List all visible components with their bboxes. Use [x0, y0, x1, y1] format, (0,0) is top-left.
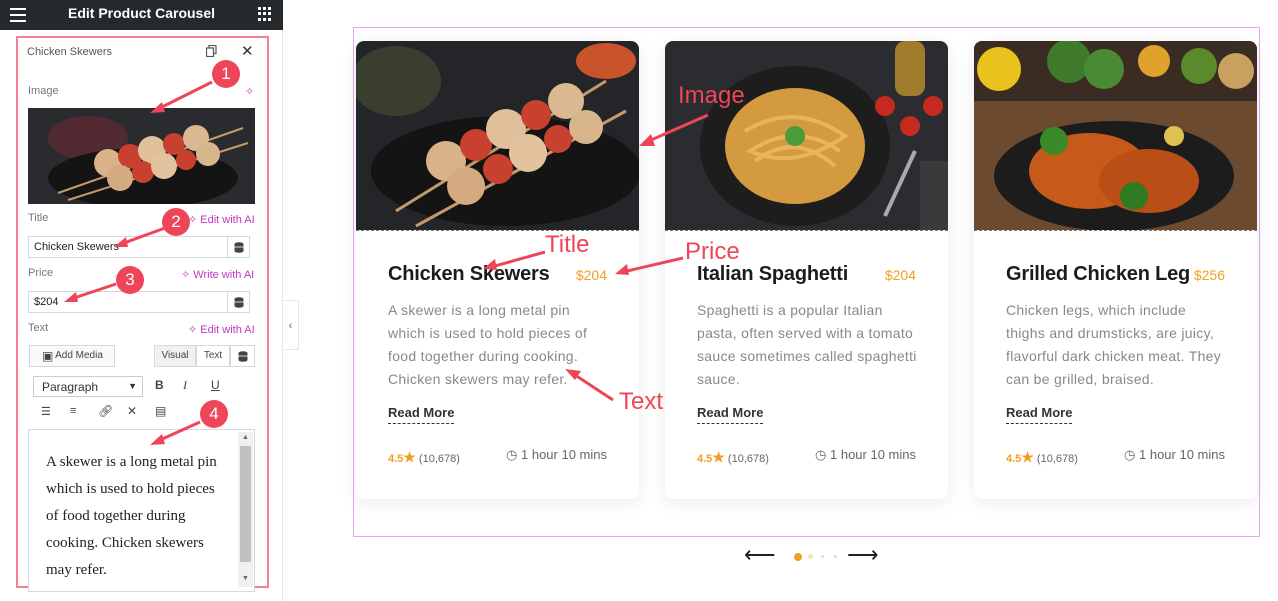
- carousel-dot[interactable]: [808, 554, 813, 559]
- annotation-title: Title: [545, 231, 590, 258]
- carousel-dot[interactable]: [821, 555, 824, 558]
- callout-badge-1: 1: [212, 60, 240, 88]
- annotation-price: Price: [685, 238, 740, 265]
- carousel-dot[interactable]: [834, 555, 837, 558]
- callout-badge-4: 4: [200, 400, 228, 428]
- panel-annotation-arrows: [64, 80, 213, 445]
- carousel-dot-active[interactable]: [794, 553, 802, 561]
- callout-badge-2: 2: [162, 208, 190, 236]
- callout-badge-3: 3: [116, 266, 144, 294]
- preview-annotation-arrows: [483, 113, 709, 402]
- prev-arrow-icon[interactable]: ⟵: [744, 542, 776, 568]
- annotation-text: Text: [619, 388, 664, 415]
- annotation-image: Image: [678, 82, 745, 109]
- next-arrow-icon[interactable]: ⟶: [847, 542, 879, 568]
